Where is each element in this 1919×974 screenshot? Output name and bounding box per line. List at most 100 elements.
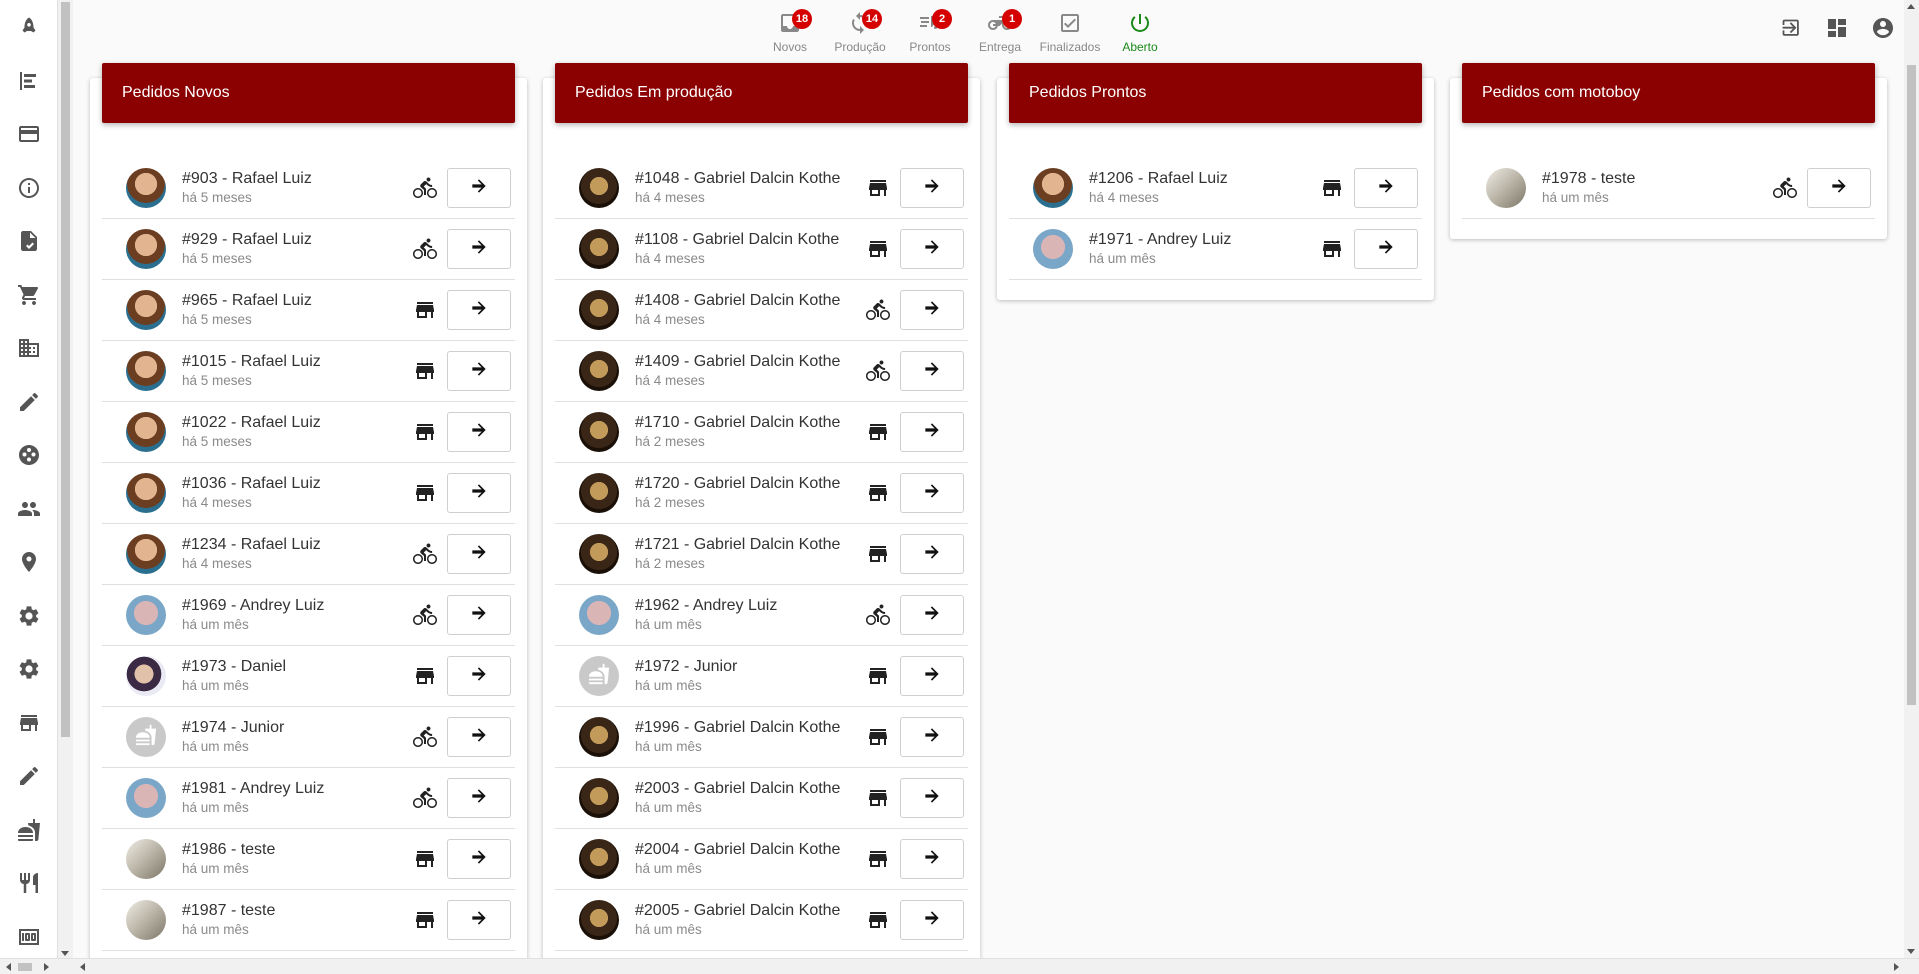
advance-order-button[interactable] bbox=[900, 412, 964, 452]
advance-order-button[interactable] bbox=[447, 656, 511, 696]
advance-order-button[interactable] bbox=[447, 900, 511, 940]
bike-icon bbox=[413, 176, 437, 200]
sidebar-item[interactable] bbox=[0, 806, 57, 860]
order-row: #1987 - teste há um mês bbox=[102, 890, 515, 951]
sidebar-item[interactable] bbox=[0, 164, 57, 218]
scroll-down-arrow[interactable] bbox=[61, 951, 69, 956]
advance-order-button[interactable] bbox=[900, 473, 964, 513]
advance-order-button[interactable] bbox=[900, 595, 964, 635]
sidebar-item[interactable] bbox=[0, 271, 57, 325]
horizontal-scrollbar[interactable] bbox=[0, 958, 1919, 974]
info-icon bbox=[17, 176, 41, 205]
advance-order-button[interactable] bbox=[900, 900, 964, 940]
sidebar-item[interactable] bbox=[0, 699, 57, 753]
order-row: #965 - Rafael Luiz há 5 meses bbox=[102, 280, 515, 341]
nav-novos[interactable]: 18 Novos bbox=[755, 6, 825, 54]
avatar bbox=[1033, 168, 1073, 208]
nav-label: Entrega bbox=[978, 40, 1022, 54]
order-title: #929 - Rafael Luiz bbox=[182, 231, 312, 248]
sidebar-item[interactable] bbox=[0, 431, 57, 485]
scrollbar-thumb[interactable] bbox=[61, 2, 70, 737]
order-column: Pedidos Prontos #1206 - Rafael Luiz há 4 m… bbox=[997, 63, 1434, 300]
nav-produção[interactable]: 14 Produção bbox=[825, 6, 895, 54]
sidebar-item[interactable] bbox=[0, 217, 57, 271]
scroll-up-arrow[interactable] bbox=[1907, 4, 1915, 9]
nav-aberto[interactable]: Aberto bbox=[1105, 6, 1175, 54]
sidebar-scrollbar[interactable] bbox=[58, 0, 73, 958]
advance-order-button[interactable] bbox=[900, 778, 964, 818]
advance-order-button[interactable] bbox=[447, 351, 511, 391]
order-row: #2004 - Gabriel Dalcin Kothe há um mês bbox=[555, 829, 968, 890]
pencil-icon bbox=[17, 764, 41, 793]
nav-label: Finalizados bbox=[1039, 40, 1101, 54]
order-row: #1408 - Gabriel Dalcin Kothe há 4 meses bbox=[555, 280, 968, 341]
advance-order-button[interactable] bbox=[447, 412, 511, 452]
advance-order-button[interactable] bbox=[900, 717, 964, 757]
order-row: #1981 - Andrey Luiz há um mês bbox=[102, 768, 515, 829]
advance-order-button[interactable] bbox=[447, 534, 511, 574]
dashboard-icon[interactable] bbox=[1825, 16, 1849, 45]
avatar bbox=[126, 290, 166, 330]
sidebar-item[interactable] bbox=[0, 57, 57, 111]
advance-order-button[interactable] bbox=[447, 290, 511, 330]
arrow-right-icon bbox=[922, 603, 942, 628]
store-icon bbox=[413, 359, 437, 383]
advance-order-button[interactable] bbox=[1354, 229, 1418, 269]
sidebar-item[interactable] bbox=[0, 3, 57, 57]
sidebar-item[interactable] bbox=[0, 110, 57, 164]
sidebar-item[interactable] bbox=[0, 378, 57, 432]
advance-order-button[interactable] bbox=[447, 229, 511, 269]
scrollbar-thumb[interactable] bbox=[18, 963, 32, 971]
order-title: #903 - Rafael Luiz bbox=[182, 170, 312, 187]
sidebar-item[interactable] bbox=[0, 592, 57, 646]
store-icon bbox=[413, 664, 437, 688]
scroll-down-arrow[interactable] bbox=[1907, 949, 1915, 954]
advance-order-button[interactable] bbox=[1807, 168, 1871, 208]
sidebar-item[interactable] bbox=[0, 859, 57, 913]
advance-order-button[interactable] bbox=[900, 290, 964, 330]
page-scrollbar[interactable] bbox=[1904, 0, 1919, 958]
advance-order-button[interactable] bbox=[1354, 168, 1418, 208]
nav-label: Novos bbox=[772, 40, 807, 54]
avatar bbox=[579, 473, 619, 513]
arrow-right-icon bbox=[469, 603, 489, 628]
advance-order-button[interactable] bbox=[900, 229, 964, 269]
advance-order-button[interactable] bbox=[900, 351, 964, 391]
nav-entrega[interactable]: 1 Entrega bbox=[965, 6, 1035, 54]
advance-order-button[interactable] bbox=[900, 168, 964, 208]
scroll-right-arrow[interactable] bbox=[44, 963, 49, 971]
count-badge: 18 bbox=[792, 9, 812, 29]
advance-order-button[interactable] bbox=[447, 595, 511, 635]
arrow-right-icon bbox=[469, 237, 489, 262]
arrow-right-icon bbox=[1829, 176, 1849, 201]
advance-order-button[interactable] bbox=[900, 534, 964, 574]
sidebar-item[interactable] bbox=[0, 752, 57, 806]
scroll-right-arrow[interactable] bbox=[1894, 963, 1899, 971]
advance-order-button[interactable] bbox=[900, 839, 964, 879]
advance-order-button[interactable] bbox=[900, 656, 964, 696]
advance-order-button[interactable] bbox=[447, 717, 511, 757]
order-row: #1973 - Daniel há um mês bbox=[102, 646, 515, 707]
advance-order-button[interactable] bbox=[447, 778, 511, 818]
sidebar-item[interactable] bbox=[0, 485, 57, 539]
sidebar-item[interactable] bbox=[0, 324, 57, 378]
logout-icon[interactable] bbox=[1779, 16, 1803, 45]
sidebar bbox=[0, 0, 58, 958]
advance-order-button[interactable] bbox=[447, 473, 511, 513]
avatar bbox=[1486, 168, 1526, 208]
order-title: #1015 - Rafael Luiz bbox=[182, 353, 321, 370]
align-left-icon bbox=[17, 69, 41, 98]
nav-prontos[interactable]: 2 Prontos bbox=[895, 6, 965, 54]
nav-finalizados[interactable]: Finalizados bbox=[1035, 6, 1105, 54]
advance-order-button[interactable] bbox=[447, 168, 511, 208]
sidebar-item[interactable] bbox=[0, 645, 57, 699]
scroll-left-arrow[interactable] bbox=[80, 963, 85, 971]
sidebar-item[interactable] bbox=[0, 538, 57, 592]
advance-order-button[interactable] bbox=[447, 839, 511, 879]
account-icon[interactable] bbox=[1871, 16, 1895, 45]
scrollbar-thumb[interactable] bbox=[1907, 65, 1916, 705]
order-time: há um mês bbox=[635, 617, 702, 632]
bike-icon bbox=[413, 603, 437, 627]
arrow-right-icon bbox=[469, 481, 489, 506]
scroll-left-arrow[interactable] bbox=[6, 963, 11, 971]
